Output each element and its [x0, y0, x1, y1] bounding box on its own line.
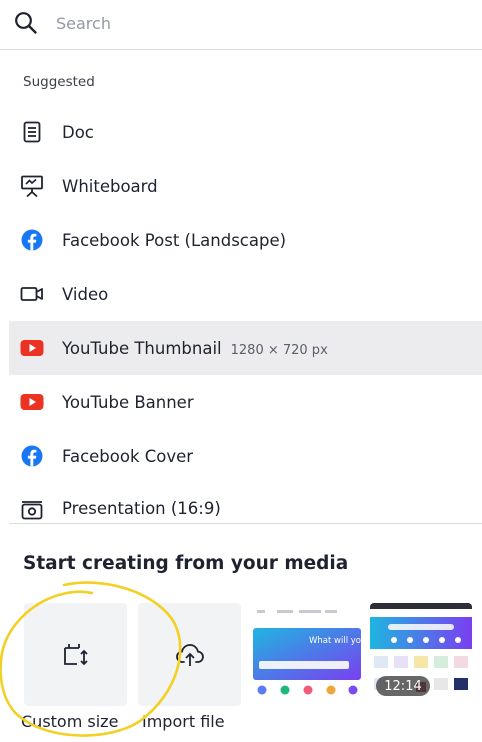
video-camera-icon: [20, 282, 44, 306]
search-bar: [0, 0, 482, 50]
suggested-item-doc[interactable]: Doc: [9, 105, 482, 159]
import-file-button[interactable]: [138, 603, 241, 706]
custom-size-label: Custom size: [21, 712, 119, 731]
suggested-item-presentation[interactable]: Presentation (16:9): [9, 483, 482, 523]
list-divider: [9, 523, 482, 524]
suggested-item-label: Whiteboard: [62, 176, 158, 196]
custom-size-button[interactable]: [24, 603, 127, 706]
video-duration-badge: 12:14: [376, 676, 430, 696]
suggested-item-label: Presentation (16:9): [62, 499, 221, 518]
suggested-item-label: Video: [62, 284, 109, 304]
document-icon: [20, 120, 44, 144]
media-section-title: Start creating from your media: [23, 553, 349, 574]
suggested-item-label: Facebook Cover: [62, 446, 194, 466]
dimensions-hint: 1280 × 720 px: [230, 342, 328, 358]
youtube-icon: [20, 390, 44, 414]
cloud-upload-icon: [175, 643, 204, 666]
presentation-icon: [20, 498, 44, 522]
suggested-item-label: Doc: [62, 122, 94, 142]
suggested-item-video[interactable]: Video: [9, 267, 482, 321]
import-file-label: Import file: [142, 712, 225, 731]
facebook-icon: [20, 228, 44, 252]
suggested-item-youtube-banner[interactable]: YouTube Banner: [9, 375, 482, 429]
media-thumbnail-1[interactable]: What will you design today?: [251, 603, 361, 706]
screenshot-preview: What will you design today?: [251, 603, 361, 695]
suggested-item-whiteboard[interactable]: Whiteboard: [9, 159, 482, 213]
suggested-item-label: YouTube Thumbnail 1280 × 720 px: [62, 339, 328, 358]
suggested-item-facebook-post[interactable]: Facebook Post (Landscape): [9, 213, 482, 267]
youtube-icon: [20, 336, 44, 360]
suggested-label: Suggested: [23, 74, 95, 90]
thumbnail-heading: What will you design today?: [309, 636, 361, 646]
search-input[interactable]: [56, 9, 466, 37]
search-icon: [15, 12, 37, 34]
suggested-item-label: Facebook Post (Landscape): [62, 230, 287, 250]
suggested-item-title: YouTube Thumbnail: [62, 338, 222, 358]
suggested-item-facebook-cover[interactable]: Facebook Cover: [9, 429, 482, 483]
suggested-item-youtube-thumbnail[interactable]: YouTube Thumbnail 1280 × 720 px: [9, 321, 482, 375]
suggested-item-label: YouTube Banner: [62, 392, 194, 412]
facebook-icon: [20, 444, 44, 468]
whiteboard-icon: [20, 174, 44, 198]
custom-size-icon: [63, 643, 88, 665]
